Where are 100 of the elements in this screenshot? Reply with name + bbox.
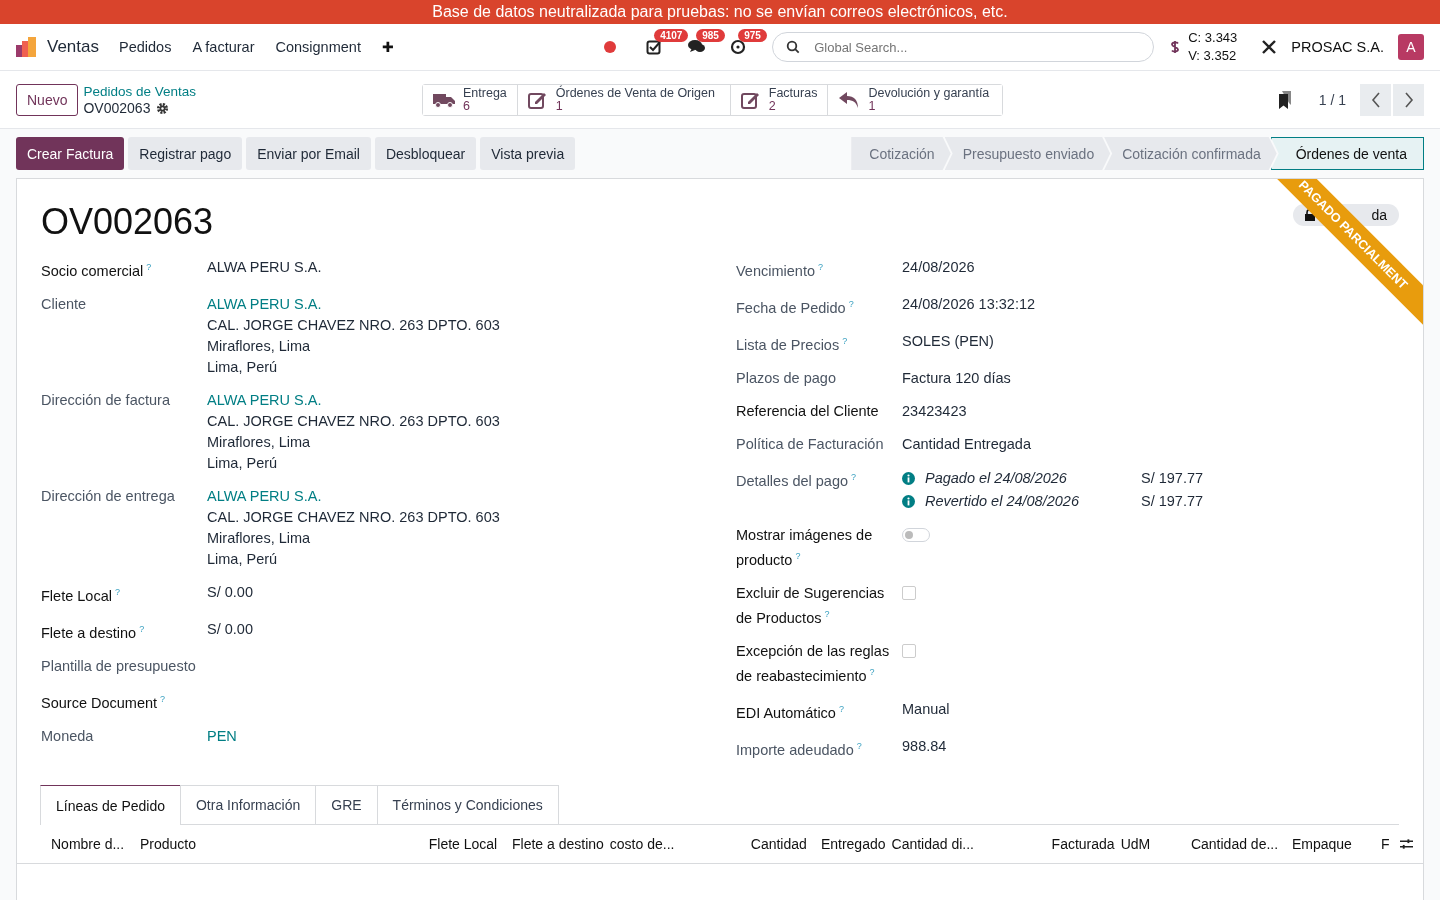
app-logo-icon[interactable] [16,36,38,58]
field-value: Miraflores, Lima [207,433,312,452]
column-settings-icon[interactable] [1399,838,1413,850]
action-button[interactable]: Vista previa [480,137,576,170]
column-header[interactable]: Facturada [1043,836,1115,852]
notebook-tab[interactable]: Líneas de Pedido [40,785,181,825]
info-icon[interactable] [902,472,915,485]
clock-icon[interactable] [730,39,747,55]
field-label: Flete a destino $^{?}$ [41,625,145,641]
column-header[interactable]: UdM [1120,836,1185,852]
new-button[interactable]: Nuevo [16,83,79,116]
bookmark-icon[interactable] [1276,90,1293,109]
smart-button-label: Entrega [463,86,507,100]
field-label: Referencia del Cliente [736,403,879,419]
menu-item[interactable]: A facturar [192,39,255,55]
info-icon[interactable] [902,495,915,508]
checkbox-icon[interactable] [646,39,663,55]
field-label: Importe adeudado $^{?}$ [736,742,862,758]
menu-item[interactable]: Consignment [275,39,361,55]
field-link[interactable]: ALWA PERU S.A. [207,486,736,507]
payment-entry: Pagado el 24/08/2026 [925,469,1068,488]
action-button[interactable]: Desbloquear [374,137,477,170]
field-value: 23423423 [902,402,968,421]
field-value: Factura 120 días [902,369,1012,388]
field-link[interactable]: ALWA PERU S.A. [207,294,736,315]
column-header[interactable]: Cantidad de... [1190,836,1286,852]
column-header[interactable]: Cantidad di... [891,836,1038,852]
chevron-left-icon [1370,91,1381,108]
smart-button-label: Facturas [768,86,818,100]
edit-icon [740,90,761,109]
column-header[interactable]: F [1380,836,1394,852]
add-menu-item[interactable]: ✚ [381,39,394,55]
smart-button-count: 1 [555,99,564,113]
record-title: OV002063 [41,201,214,243]
column-header[interactable]: Flete a destino [503,836,604,852]
column-header[interactable]: Nombre d... [51,836,134,852]
field-label: Dirección de factura [41,392,170,408]
field-label: Source Document $^{?}$ [41,695,166,711]
status-stage[interactable]: Órdenes de venta [1270,137,1424,170]
field-value: 988.84 [902,737,948,756]
truck-icon [433,91,455,108]
menu-item[interactable]: Pedidos [119,39,172,55]
breadcrumb-link[interactable]: Pedidos de Ventas [83,82,197,100]
search-field[interactable]: Global Search... [772,32,1155,62]
smart-button-label: Devolución y garantía [868,86,990,100]
column-header[interactable]: Empaque [1291,836,1375,852]
field-value: S/ 0.00 [207,620,254,639]
exchange-rate: V: 3.352 [1188,47,1238,65]
field-link[interactable]: ALWA PERU S.A. [207,390,736,411]
field-value: CAL. JORGE CHAVEZ NRO. 263 DPTO. 603 [207,508,501,527]
payment-entry: Revertido el 24/08/2026 [925,492,1080,511]
field-label: Excluir de Sugerencias de Productos $^{?}$ [736,585,885,626]
settings-icon[interactable] [156,101,170,115]
column-header[interactable]: costo de... [609,836,716,852]
status-stage[interactable]: Cotización [851,137,951,170]
dollar-icon[interactable] [1170,39,1181,55]
app-name[interactable]: Ventas [47,37,99,57]
action-button[interactable]: Registrar pago [128,137,243,170]
user-avatar[interactable]: A [1398,34,1424,60]
field-label: Excepción de las reglas de reabastecimiento $^{?}$ [736,643,890,684]
smart-button-count: 1 [868,99,877,113]
field-value: 24/08/2026 13:32:12 [902,295,1037,314]
notebook-tab[interactable]: Términos y Condiciones [376,785,559,824]
chat-icon[interactable] [688,39,707,55]
status-stage[interactable]: Cotización confirmada [1104,137,1277,170]
edit-icon [527,90,548,109]
field-label: Cliente [41,296,87,312]
field-label: Mostrar imágenes de producto $^{?}$ [736,527,873,568]
company-name[interactable]: PROSAC S.A. [1291,39,1384,55]
previous-button[interactable] [1360,83,1391,116]
field-label: Dirección de entrega [41,488,175,504]
checkbox[interactable] [902,586,916,600]
field-label: Plazos de pago [736,370,836,386]
exchange-rate: C: 3.343 [1188,29,1238,47]
next-button[interactable] [1393,83,1424,116]
record-icon[interactable] [604,41,617,53]
column-header[interactable]: Flete Local [408,836,498,852]
field-label: Moneda [41,728,94,744]
checkbox[interactable] [902,644,916,658]
field-label: Plantilla de presupuesto [41,658,196,674]
action-button[interactable]: Enviar por Email [246,137,371,170]
field-value: Lima, Perú [207,550,279,569]
payment-amount: S/ 197.77 [1141,469,1204,488]
chevron-right-icon [1403,91,1414,108]
smart-button-count: 6 [463,99,470,113]
smart-button[interactable]: Entrega 6 [423,84,518,115]
status-stage[interactable]: Presupuesto enviado [944,137,1111,170]
column-header[interactable]: Cantidad [721,836,807,852]
record-name: OV002063 [83,99,151,117]
notification-count: 4107 [654,29,689,42]
action-button[interactable]: Crear Factura [16,137,125,170]
column-header[interactable]: Entregado [812,836,886,852]
smart-button-label: Órdenes de Venta de Origen [555,86,715,100]
column-header[interactable]: Producto [139,836,403,852]
field-value: Cantidad Entregada [902,435,1032,454]
notification-count: 975 [738,29,767,42]
field-value: CAL. JORGE CHAVEZ NRO. 263 DPTO. 603 [207,412,501,431]
field-link[interactable]: PEN [207,726,736,747]
field-value: Miraflores, Lima [207,529,312,548]
pager-value[interactable]: 1 / 1 [1318,91,1346,108]
